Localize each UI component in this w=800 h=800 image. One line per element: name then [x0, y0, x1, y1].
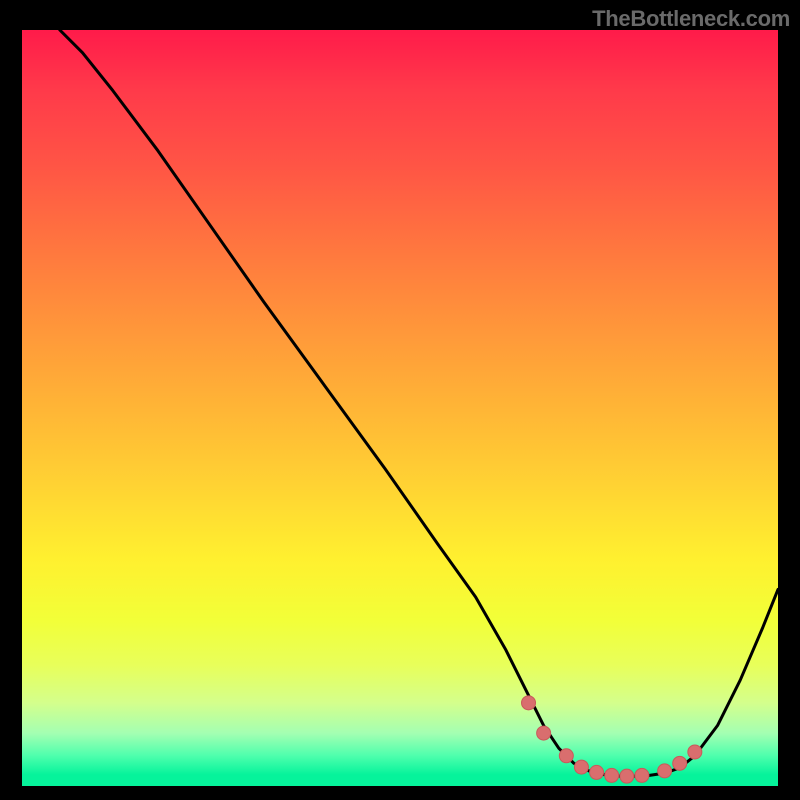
highlight-dot — [590, 765, 604, 779]
highlight-dot — [620, 769, 634, 783]
highlight-dot — [574, 760, 588, 774]
curve-path — [60, 30, 778, 776]
highlight-dot — [658, 764, 672, 778]
watermark-text: TheBottleneck.com — [592, 6, 790, 32]
highlight-dot — [673, 756, 687, 770]
highlight-dot — [522, 696, 536, 710]
highlight-dot — [635, 768, 649, 782]
highlight-dot — [559, 749, 573, 763]
chart-svg — [22, 30, 778, 786]
chart-plot-area — [22, 30, 778, 786]
highlight-dot — [605, 768, 619, 782]
curve-line — [60, 30, 778, 776]
highlight-dot — [688, 745, 702, 759]
highlight-dot — [537, 726, 551, 740]
